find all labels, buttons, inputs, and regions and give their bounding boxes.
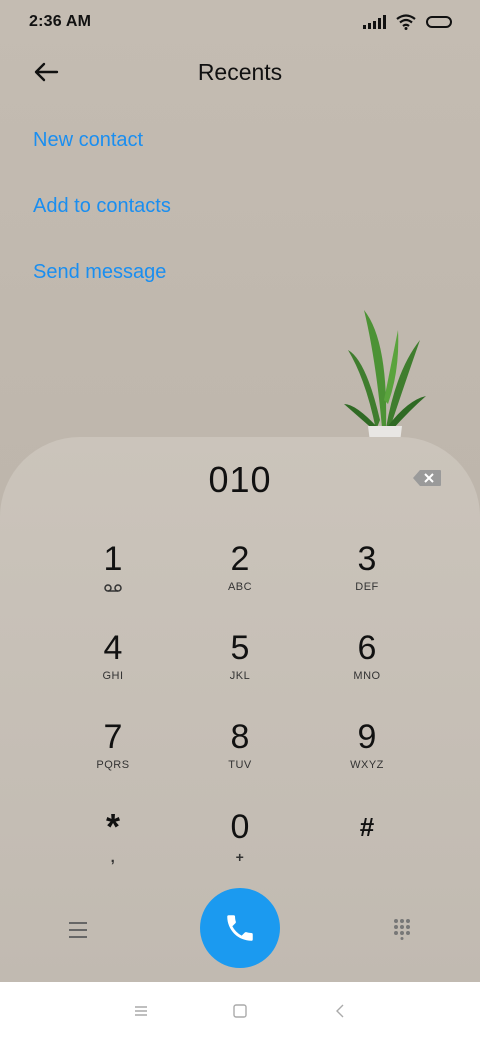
status-icons — [363, 12, 452, 32]
dialpad-toggle-button[interactable] — [384, 911, 420, 947]
key-1[interactable]: 1 — [58, 539, 168, 617]
menu-button[interactable] — [60, 915, 96, 945]
voicemail-icon — [104, 584, 122, 592]
recent-apps-button[interactable] — [121, 996, 161, 1026]
add-to-contacts-link[interactable]: Add to contacts — [33, 195, 171, 218]
backspace-icon[interactable] — [412, 469, 442, 487]
key-letters: MNO — [353, 670, 381, 682]
key-digit: 5 — [230, 629, 250, 667]
key-digit: 0 — [230, 808, 250, 846]
battery-icon — [426, 16, 452, 28]
new-contact-link[interactable]: New contact — [33, 129, 143, 152]
dialpad-grid-icon — [394, 919, 410, 940]
key-digit: 9 — [357, 718, 377, 756]
page-title: Recents — [197, 59, 283, 85]
system-nav-bar — [0, 982, 480, 1040]
key-digit: 8 — [230, 718, 250, 756]
home-button[interactable] — [220, 996, 260, 1026]
dialed-number: 010 — [208, 459, 272, 500]
menu-icon-line — [69, 936, 87, 938]
header: Recents — [0, 50, 480, 96]
send-message-link[interactable]: Send message — [33, 261, 166, 284]
key-hash[interactable]: # — [312, 807, 422, 885]
key-9[interactable]: 9 WXYZ — [312, 717, 422, 795]
menu-icon-line — [69, 929, 87, 931]
key-7[interactable]: 7 PQRS — [58, 717, 168, 795]
back-chevron-icon — [336, 1004, 344, 1018]
key-letters: TUV — [228, 759, 252, 771]
key-digit: # — [359, 812, 375, 842]
menu-icon — [135, 1006, 147, 1016]
phone-icon — [227, 915, 253, 941]
status-time: 2:36 AM — [29, 13, 92, 30]
wifi-icon — [396, 14, 416, 30]
back-nav-button[interactable] — [320, 996, 360, 1026]
key-3[interactable]: 3 DEF — [312, 539, 422, 617]
key-letters: ABC — [227, 581, 253, 593]
key-letters: JKL — [229, 670, 251, 682]
key-digit: 2 — [230, 540, 250, 578]
key-digit: 4 — [103, 629, 123, 667]
key-digit: 3 — [357, 540, 377, 578]
call-button[interactable] — [200, 888, 280, 968]
key-0[interactable]: 0 + — [185, 807, 295, 885]
key-letters: + — [235, 849, 245, 865]
key-6[interactable]: 6 MNO — [312, 628, 422, 706]
key-digit: 1 — [103, 540, 123, 578]
key-digit: 6 — [357, 629, 377, 667]
key-5[interactable]: 5 JKL — [185, 628, 295, 706]
status-bar: 2:36 AM — [0, 0, 480, 44]
home-square-icon — [233, 1004, 247, 1018]
key-2[interactable]: 2 ABC — [185, 539, 295, 617]
dialpad-actions — [0, 887, 480, 969]
signal-icon — [363, 15, 386, 29]
key-letters: GHI — [102, 670, 124, 682]
key-4[interactable]: 4 GHI — [58, 628, 168, 706]
key-star[interactable]: * , — [58, 807, 168, 885]
key-letters: WXYZ — [350, 759, 384, 771]
key-letters: DEF — [355, 581, 379, 593]
key-letters: , — [110, 849, 116, 866]
key-letters: PQRS — [96, 759, 130, 771]
key-digit: 7 — [103, 718, 123, 756]
key-digit: * — [105, 806, 120, 847]
menu-icon-line — [69, 922, 87, 924]
key-8[interactable]: 8 TUV — [185, 717, 295, 795]
